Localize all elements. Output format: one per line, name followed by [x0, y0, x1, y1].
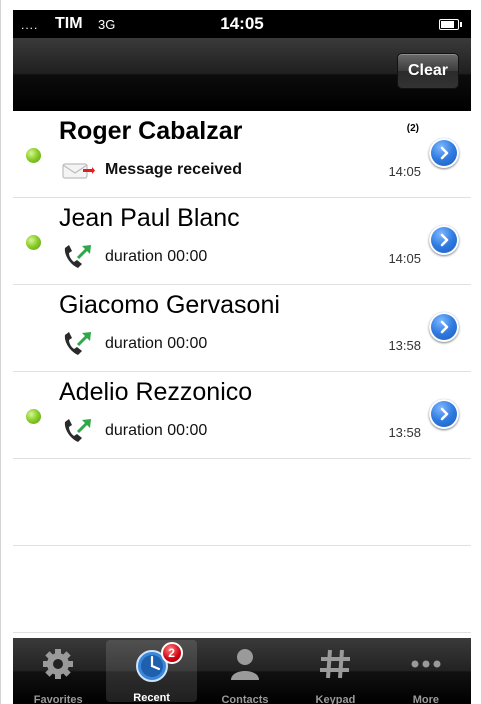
online-status-icon [26, 409, 41, 424]
detail-disclosure-button[interactable] [429, 312, 459, 342]
call-detail: duration 00:00 [105, 335, 208, 352]
tab-label: More [412, 694, 439, 704]
clear-button[interactable]: Clear [397, 53, 459, 89]
empty-row [13, 459, 471, 546]
list-item[interactable]: Adelio Rezzonico duration 00:00 13:58 [13, 372, 471, 459]
call-time: 13:58 [388, 338, 421, 353]
outgoing-call-icon [64, 332, 91, 355]
status-bar: .... TIM 3G 14:05 [13, 10, 471, 38]
phone-screen: .... TIM 3G 14:05 Clear Roger Cabalzar (… [13, 10, 471, 704]
more-dots-icon [411, 660, 441, 668]
recents-list: Roger Cabalzar (2) Message received 14:0… [13, 111, 471, 633]
empty-row [13, 546, 471, 633]
online-status-icon [26, 148, 41, 163]
detail-disclosure-button[interactable] [429, 399, 459, 429]
detail-disclosure-button[interactable] [429, 138, 459, 168]
call-time: 14:05 [388, 251, 421, 266]
tab-label: Recent [133, 692, 170, 704]
tab-bar: Favorites 2 Recent Contacts Keypad More [13, 638, 471, 704]
contact-name: Giacomo Gervasoni [59, 291, 280, 319]
call-detail: duration 00:00 [105, 248, 208, 265]
call-detail: duration 00:00 [105, 422, 208, 439]
call-time: 14:05 [388, 164, 421, 179]
detail-disclosure-button[interactable] [429, 225, 459, 255]
contact-name: Jean Paul Blanc [59, 204, 240, 232]
call-time: 13:58 [388, 425, 421, 440]
tab-contacts[interactable]: Contacts [200, 638, 290, 704]
chevron-right-icon [440, 407, 449, 421]
contact-name: Adelio Rezzonico [59, 378, 253, 406]
tab-keypad[interactable]: Keypad [290, 638, 380, 704]
status-time: 14:05 [220, 14, 264, 33]
chevron-right-icon [440, 146, 449, 160]
gear-icon [43, 649, 74, 679]
tab-label: Keypad [315, 694, 356, 704]
outgoing-call-icon [64, 245, 91, 268]
tab-recent[interactable]: 2 Recent [106, 640, 197, 704]
recent-badge: 2 [160, 642, 183, 664]
chevron-right-icon [440, 320, 449, 334]
keypad-icon [320, 649, 351, 679]
tab-favorites[interactable]: Favorites [13, 638, 103, 704]
list-item[interactable]: Jean Paul Blanc duration 00:00 14:05 [13, 198, 471, 285]
online-status-icon [26, 235, 41, 250]
message-envelope-icon [62, 163, 95, 179]
outgoing-call-icon [64, 419, 91, 442]
contact-name: Roger Cabalzar [59, 117, 243, 145]
navigation-bar: Clear [13, 38, 471, 111]
tab-more[interactable]: More [381, 638, 471, 704]
battery-icon [439, 19, 462, 30]
list-item[interactable]: Roger Cabalzar (2) Message received 14:0… [13, 111, 471, 198]
person-icon [231, 649, 260, 680]
message-count: (2) [406, 123, 419, 134]
chevron-right-icon [440, 233, 449, 247]
call-detail: Message received [105, 161, 242, 178]
list-item[interactable]: Giacomo Gervasoni duration 00:00 13:58 [13, 285, 471, 372]
tab-label: Contacts [221, 694, 269, 704]
tab-label: Favorites [33, 694, 83, 704]
